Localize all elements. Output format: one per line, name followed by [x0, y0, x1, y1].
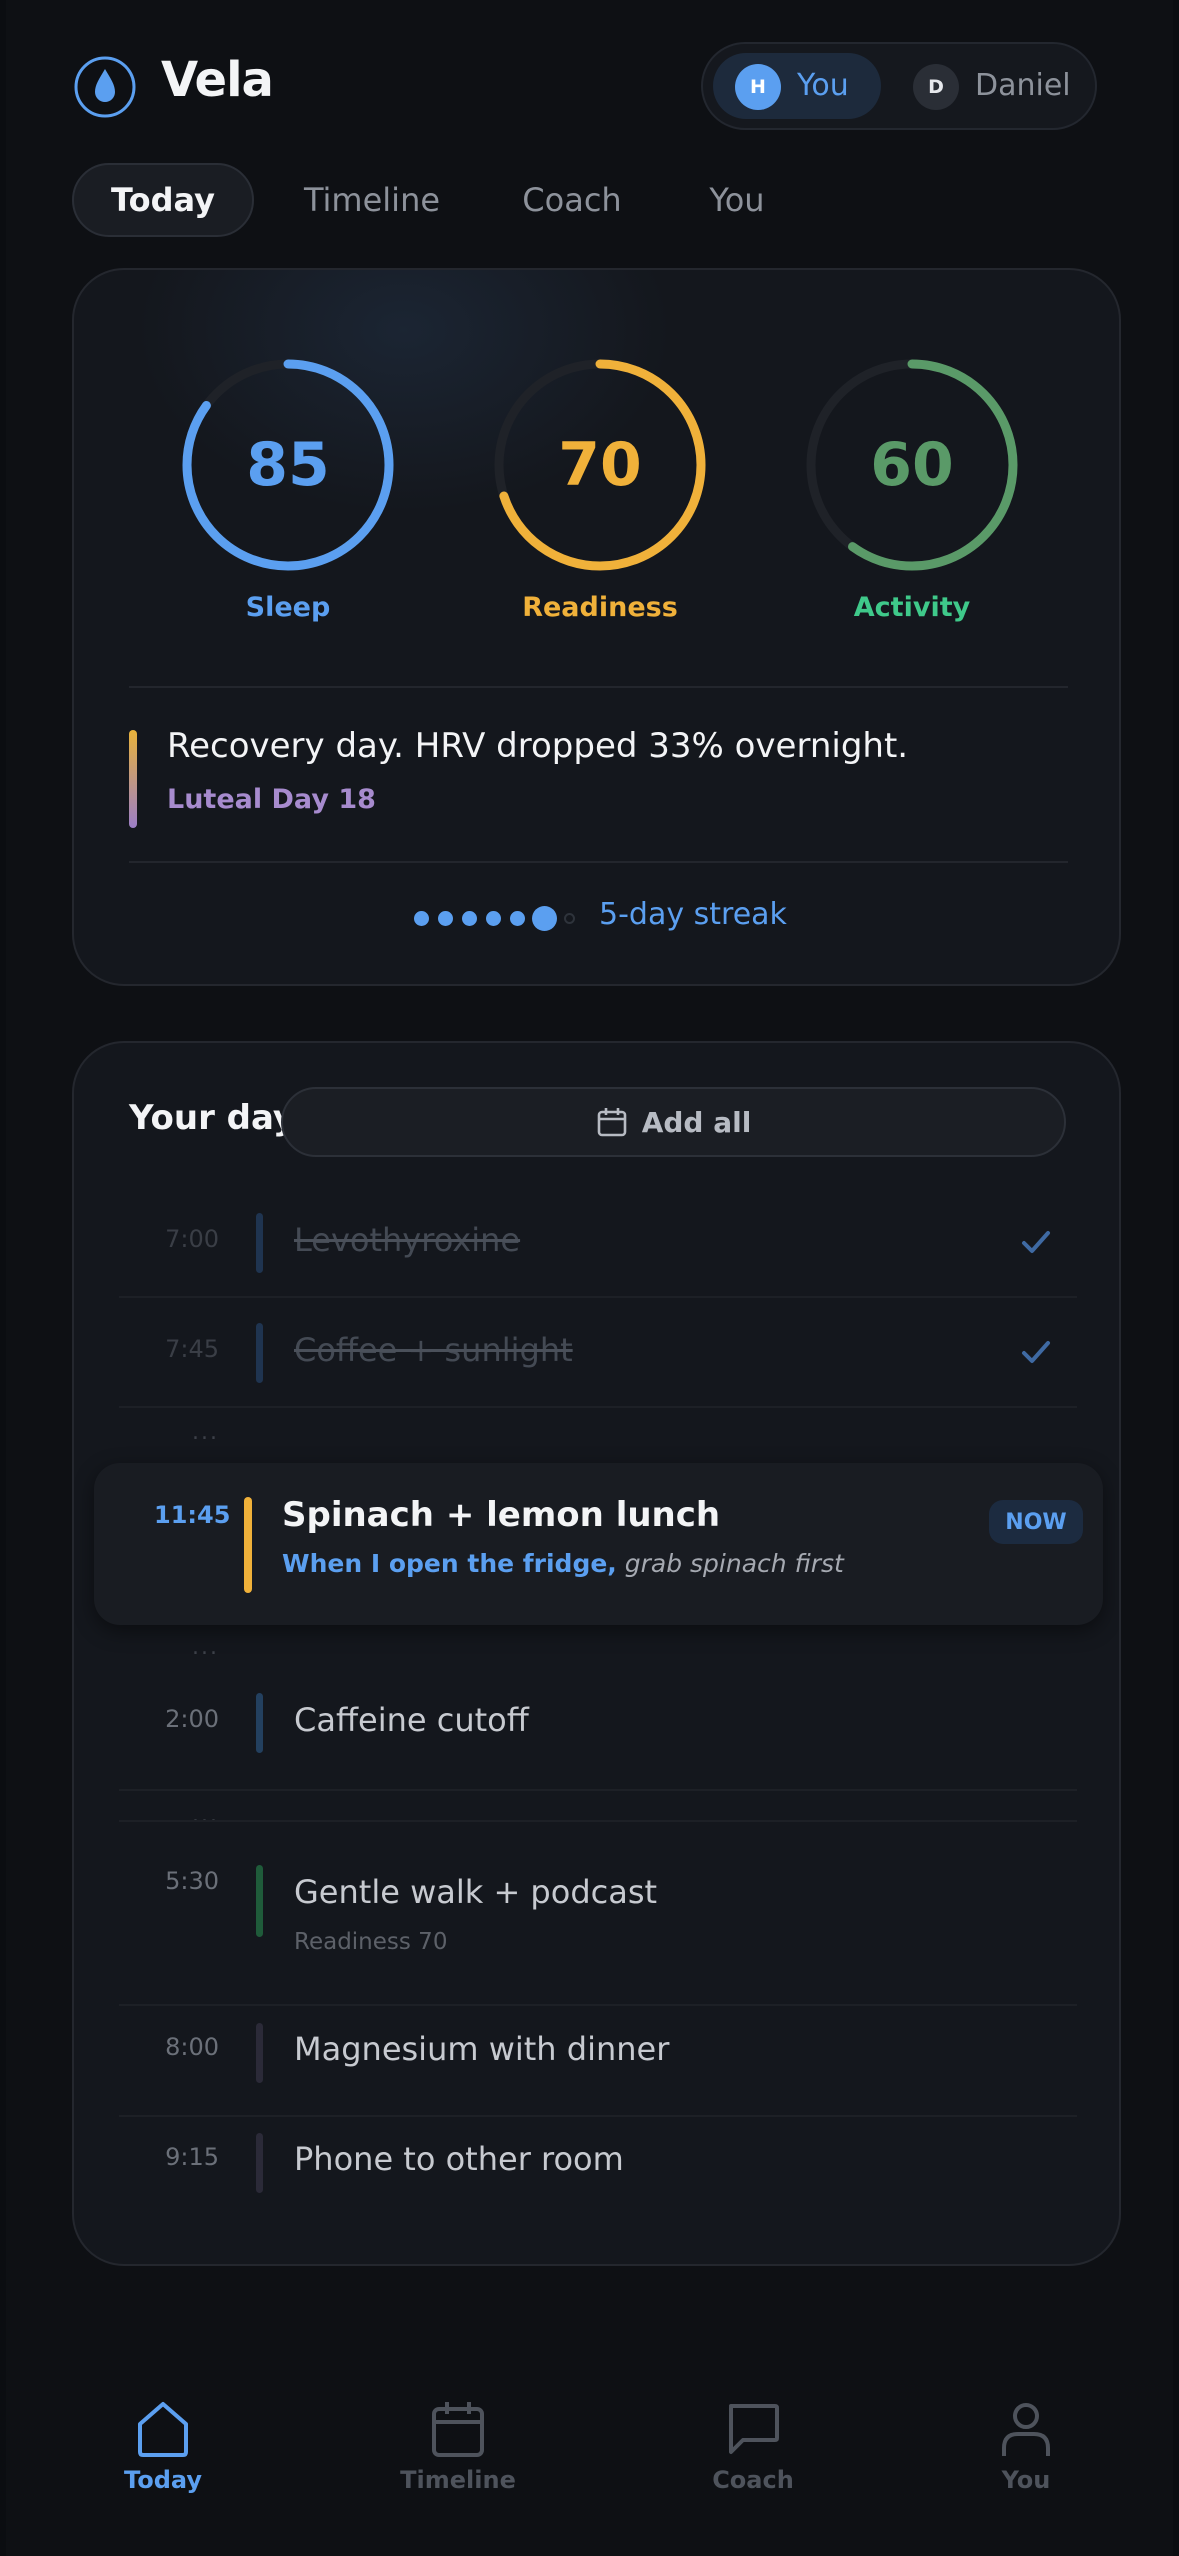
profile-you-label: You — [797, 68, 849, 103]
habit-cue: When I open the fridge, grab spinach fir… — [282, 1549, 844, 1578]
streak-dot — [510, 911, 525, 926]
item-time: 11:45 — [154, 1501, 231, 1529]
sleep-score-label: Sleep — [245, 592, 331, 623]
tab-today[interactable]: Today — [72, 163, 254, 237]
streak-dot — [414, 911, 429, 926]
readiness-score-ring[interactable]: 70 — [485, 350, 715, 580]
streak-dot-today — [532, 906, 557, 931]
streak-label: 5-day streak — [599, 897, 787, 932]
nav-you-label: You — [1001, 2466, 1051, 2494]
scores-card: 85 Sleep 70 Readiness 60 Activity Recove… — [72, 268, 1121, 986]
divider — [119, 2004, 1077, 2006]
nav-timeline[interactable]: Timeline — [348, 2400, 568, 2494]
item-time: 9:15 — [165, 2143, 219, 2171]
nav-timeline-label: Timeline — [400, 2466, 516, 2494]
list-item[interactable]: 9:15 Phone to other room — [119, 2133, 1077, 2233]
insight-headline: Recovery day. HRV dropped 33% overnight. — [167, 726, 909, 766]
check-icon — [1022, 1231, 1050, 1253]
streak-dot — [486, 911, 501, 926]
list-item[interactable]: 8:00 Magnesium with dinner — [119, 2023, 1077, 2123]
streak-dot-empty — [564, 913, 575, 924]
habit-trigger: When I open the fridge, — [282, 1549, 617, 1578]
item-title: Magnesium with dinner — [294, 2030, 670, 2068]
tab-you[interactable]: You — [692, 163, 782, 237]
list-item[interactable]: 7:45 Coffee + sunlight — [119, 1313, 1077, 1413]
sleep-score-value: 85 — [246, 430, 330, 500]
item-bar — [256, 1865, 263, 1937]
item-title: Coffee + sunlight — [294, 1331, 573, 1369]
item-title: Caffeine cutoff — [294, 1701, 529, 1739]
item-time: 7:00 — [165, 1225, 219, 1253]
app-screen: Vela H You D Daniel Today Timeline Coach… — [6, 0, 1173, 2556]
nav-you[interactable]: You — [916, 2400, 1136, 2494]
add-all-button[interactable]: Add all — [281, 1087, 1066, 1157]
list-item[interactable]: 7:00 Levothyroxine — [119, 1203, 1077, 1303]
day-plan-card: Your day Add all 7:00 Levothyroxine 7:45 — [72, 1041, 1121, 2266]
activity-score-ring[interactable]: 60 — [797, 350, 1027, 580]
day-title: Your day — [129, 1098, 296, 1138]
nav-coach-label: Coach — [712, 2466, 794, 2494]
readiness-score-label: Readiness — [522, 592, 678, 623]
profile-daniel-button[interactable]: Daniel — [975, 68, 1071, 103]
home-icon — [138, 2402, 188, 2457]
item-time: 2:00 — [165, 1705, 219, 1733]
app-brand: Vela — [161, 52, 274, 108]
divider — [119, 2115, 1077, 2117]
current-task[interactable]: 11:45 Spinach + lemon lunch When I open … — [94, 1463, 1103, 1625]
person-icon — [1002, 2403, 1050, 2456]
divider — [129, 861, 1068, 863]
divider — [119, 1789, 1077, 1791]
item-note: Readiness 70 — [294, 1929, 448, 1955]
now-badge: NOW — [989, 1500, 1083, 1544]
tab-timeline[interactable]: Timeline — [292, 163, 452, 237]
item-bar — [256, 1693, 263, 1753]
item-bar — [244, 1497, 252, 1593]
divider — [119, 1820, 1077, 1822]
insight-accent-bar — [129, 730, 137, 828]
divider — [129, 686, 1068, 688]
water-drop-icon — [73, 55, 137, 119]
nav-coach[interactable]: Coach — [643, 2400, 863, 2494]
chat-icon — [729, 2404, 779, 2454]
streak-dot — [438, 911, 453, 926]
readiness-score-value: 70 — [558, 430, 642, 500]
activity-score-label: Activity — [853, 592, 971, 623]
item-time: 7:45 — [165, 1335, 219, 1363]
item-bar — [256, 2023, 263, 2083]
nav-today[interactable]: Today — [53, 2400, 273, 2494]
tab-coach[interactable]: Coach — [502, 163, 642, 237]
calendar-icon — [432, 2402, 484, 2457]
time-gap-marker: ... — [192, 1803, 219, 1828]
add-all-label: Add all — [641, 1105, 752, 1139]
streak-dot — [462, 911, 477, 926]
item-time: 8:00 — [165, 2033, 219, 2061]
item-bar — [256, 1213, 263, 1273]
profile-switcher: H You D Daniel — [701, 42, 1097, 130]
divider — [119, 1406, 1077, 1408]
check-icon — [1022, 1341, 1050, 1363]
item-title: Phone to other room — [294, 2140, 624, 2178]
item-time: 5:30 — [165, 1867, 219, 1895]
item-title: Levothyroxine — [294, 1221, 521, 1259]
item-title: Gentle walk + podcast — [294, 1873, 658, 1911]
sleep-score-ring[interactable]: 85 — [173, 350, 403, 580]
time-gap-marker: ... — [192, 1635, 219, 1660]
list-item[interactable]: 5:30 Gentle walk + podcast Readiness 70 — [119, 1865, 1077, 2033]
list-item[interactable]: 2:00 Caffeine cutoff — [119, 1683, 1077, 1793]
item-title: Spinach + lemon lunch — [282, 1495, 721, 1535]
item-bar — [256, 1323, 263, 1383]
avatar: D — [913, 64, 959, 110]
time-gap-marker: ... — [192, 1420, 219, 1445]
item-bar — [256, 2133, 263, 2193]
divider — [119, 1296, 1077, 1298]
nav-today-label: Today — [124, 2466, 202, 2494]
avatar: H — [735, 64, 781, 110]
cycle-phase-label: Luteal Day 18 — [167, 784, 376, 815]
calendar-icon — [597, 1108, 627, 1137]
habit-action: grab spinach first — [624, 1549, 844, 1578]
activity-score-value: 60 — [870, 430, 954, 500]
